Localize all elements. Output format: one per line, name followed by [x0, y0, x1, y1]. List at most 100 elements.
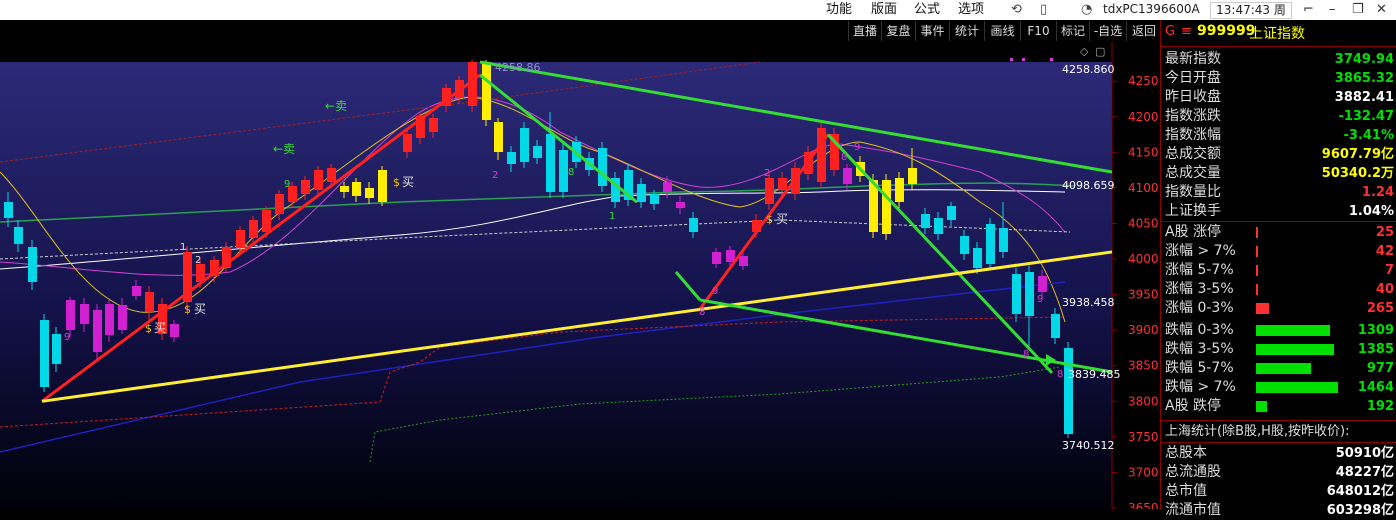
- draw-button[interactable]: 画线: [984, 21, 1020, 41]
- candle[interactable]: [28, 247, 37, 282]
- restore-small-icon[interactable]: ⌐: [1303, 0, 1314, 19]
- candle[interactable]: [327, 168, 336, 182]
- candle[interactable]: [533, 146, 542, 158]
- candle[interactable]: [934, 218, 943, 234]
- candle[interactable]: [145, 292, 154, 312]
- candle[interactable]: [352, 182, 361, 196]
- candle[interactable]: [765, 178, 774, 204]
- candle[interactable]: [301, 180, 310, 194]
- phone-icon[interactable]: ▯: [1040, 2, 1047, 18]
- candle[interactable]: [520, 128, 529, 162]
- candle[interactable]: [105, 304, 114, 335]
- candle[interactable]: [365, 188, 374, 198]
- minimize-icon[interactable]: –: [1329, 0, 1336, 19]
- candle[interactable]: [275, 194, 284, 214]
- candle[interactable]: [921, 214, 930, 228]
- candle[interactable]: [1025, 272, 1034, 316]
- candle[interactable]: [947, 206, 956, 220]
- candle[interactable]: [1064, 348, 1073, 434]
- candle[interactable]: [429, 118, 438, 132]
- breadth-bar: [1256, 344, 1334, 355]
- candle[interactable]: [999, 228, 1008, 252]
- f10-button[interactable]: F10: [1020, 21, 1056, 41]
- y-tick-label: 3900: [1128, 323, 1159, 337]
- stats-button[interactable]: 统计: [949, 21, 984, 41]
- candle[interactable]: [1051, 314, 1060, 338]
- breadth-row-value: 977: [1366, 361, 1394, 376]
- candle[interactable]: [908, 168, 917, 184]
- candle[interactable]: [895, 178, 904, 202]
- menu-formula[interactable]: 公式: [914, 0, 940, 19]
- stock-name: 上证指数: [1249, 26, 1305, 42]
- maximize-icon[interactable]: ❐: [1352, 0, 1364, 19]
- toggle-icon[interactable]: ◇: [1080, 45, 1089, 58]
- candle[interactable]: [14, 227, 23, 244]
- mark-button[interactable]: 标记: [1056, 21, 1089, 41]
- candle[interactable]: [726, 250, 735, 262]
- candle[interactable]: [4, 202, 13, 218]
- candle[interactable]: [712, 252, 721, 264]
- candle[interactable]: [739, 256, 748, 266]
- candle[interactable]: [960, 236, 969, 254]
- candle[interactable]: [689, 218, 698, 232]
- candle[interactable]: [1038, 276, 1047, 292]
- watchlist-button[interactable]: -自选: [1089, 21, 1126, 41]
- breadth-bar: [1256, 284, 1258, 295]
- candle[interactable]: [482, 62, 491, 120]
- candle[interactable]: [973, 248, 982, 268]
- candle[interactable]: [132, 286, 141, 296]
- menu-options[interactable]: 选项: [958, 0, 984, 19]
- candle[interactable]: [663, 182, 672, 192]
- candle[interactable]: [378, 170, 387, 202]
- events-button[interactable]: 事件: [915, 21, 949, 41]
- menu-icon[interactable]: ≡: [1181, 24, 1192, 39]
- candle[interactable]: [52, 334, 61, 364]
- candle[interactable]: [93, 310, 102, 352]
- panel-toggle-icon[interactable]: ▢: [1095, 45, 1105, 58]
- candle[interactable]: [986, 224, 995, 264]
- candle[interactable]: [340, 186, 349, 192]
- menu-function[interactable]: 功能: [826, 0, 852, 19]
- quote-row: 最新指数 3749.94: [1161, 50, 1396, 69]
- review-button[interactable]: 复盘: [881, 21, 915, 41]
- stats-row-value: 603298亿: [1326, 503, 1394, 518]
- candle[interactable]: [403, 134, 412, 152]
- candle[interactable]: [882, 180, 891, 234]
- back-button[interactable]: 返回: [1126, 21, 1161, 41]
- candle[interactable]: [676, 202, 685, 208]
- y-tick-label: 3700: [1128, 465, 1159, 479]
- candle[interactable]: [546, 134, 555, 192]
- candle[interactable]: [249, 220, 258, 238]
- candle[interactable]: [650, 194, 659, 204]
- high-price-label: 4258.86: [495, 61, 541, 74]
- candle[interactable]: [170, 324, 179, 337]
- kline-chart[interactable]: 4250 4200 4150 4100 4050 4000 3950 3900 3850 3800…: [0, 42, 1160, 509]
- money-bag-icon: $: [145, 322, 152, 335]
- candle[interactable]: [637, 184, 646, 202]
- prefix-label: G: [1165, 24, 1176, 39]
- candle[interactable]: [507, 152, 516, 164]
- candle[interactable]: [40, 320, 49, 387]
- stats-row-value: 48227亿: [1335, 465, 1394, 480]
- candle[interactable]: [559, 150, 568, 192]
- candle[interactable]: [314, 170, 323, 190]
- candle[interactable]: [843, 168, 852, 184]
- count-label: 9: [1037, 294, 1043, 305]
- count-label: 9: [854, 142, 860, 153]
- candle[interactable]: [66, 300, 75, 330]
- candle[interactable]: [236, 230, 245, 248]
- user-icon[interactable]: ◔: [1081, 2, 1092, 18]
- candle[interactable]: [118, 305, 127, 330]
- candle[interactable]: [1012, 274, 1021, 314]
- refresh-icon[interactable]: ⟲: [1011, 2, 1022, 18]
- candle[interactable]: [817, 128, 826, 182]
- menu-layout[interactable]: 版面: [871, 0, 897, 19]
- price-marker: 3938.458: [1062, 296, 1115, 309]
- candle[interactable]: [598, 148, 607, 186]
- live-button[interactable]: 直播: [848, 21, 881, 41]
- candle[interactable]: [80, 304, 89, 324]
- candle[interactable]: [262, 210, 271, 232]
- close-icon[interactable]: ✕: [1376, 0, 1387, 19]
- candle[interactable]: [778, 178, 787, 190]
- candle[interactable]: [494, 122, 503, 152]
